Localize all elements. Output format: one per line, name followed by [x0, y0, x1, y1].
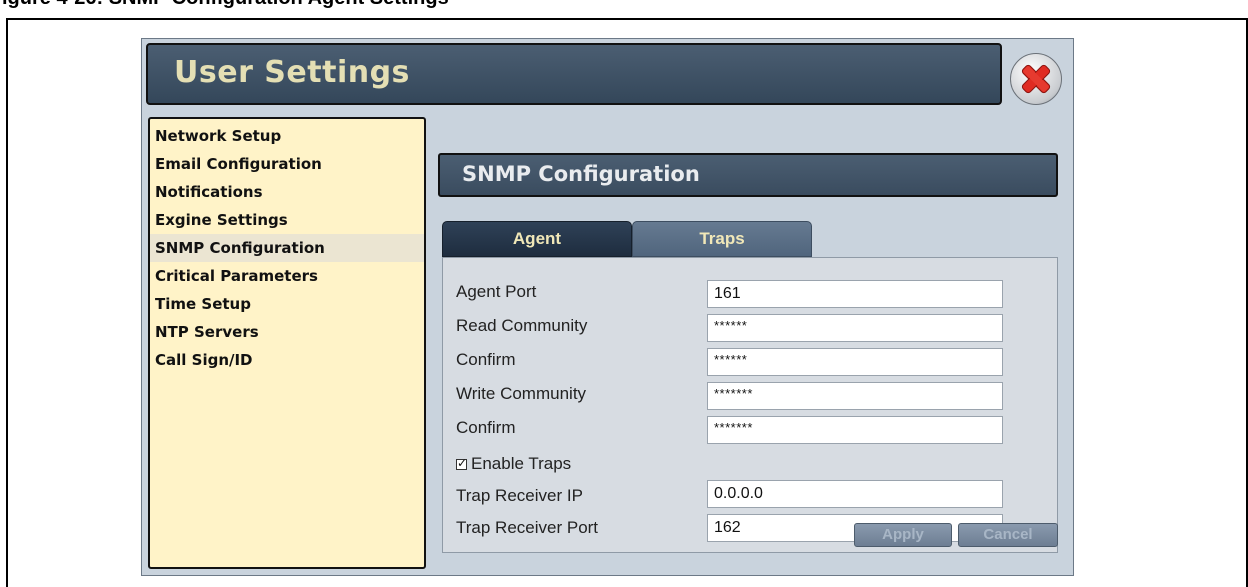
sidebar-item-exgine-settings[interactable]: Exgine Settings — [150, 206, 424, 234]
settings-sidebar: Network Setup Email Configuration Notifi… — [148, 117, 426, 569]
trap-receiver-port-label: Trap Receiver Port — [456, 518, 599, 537]
title-bar: User Settings — [146, 43, 1002, 105]
trap-receiver-ip-input[interactable]: 0.0.0.0 — [707, 480, 1003, 508]
sidebar-item-time-setup[interactable]: Time Setup — [150, 290, 424, 318]
window-title: User Settings — [174, 55, 410, 90]
agent-port-label: Agent Port — [456, 282, 537, 301]
write-confirm-input[interactable]: ******* — [707, 416, 1003, 444]
sidebar-item-call-sign-id[interactable]: Call Sign/ID — [150, 346, 424, 374]
sidebar-item-snmp-configuration[interactable]: SNMP Configuration — [150, 234, 424, 262]
read-community-label: Read Community — [456, 316, 588, 335]
panel-title-bar: SNMP Configuration — [438, 153, 1058, 197]
sidebar-item-ntp-servers[interactable]: NTP Servers — [150, 318, 424, 346]
panel-title: SNMP Configuration — [462, 162, 700, 186]
sidebar-item-critical-parameters[interactable]: Critical Parameters — [150, 262, 424, 290]
close-icon — [1019, 62, 1053, 96]
sidebar-item-notifications[interactable]: Notifications — [150, 178, 424, 206]
document-heading: igure 4-26: SNMP Configuration Agent Set… — [0, 0, 1248, 10]
sidebar-item-network-setup[interactable]: Network Setup — [150, 122, 424, 150]
enable-traps-checkbox[interactable]: ✓ Enable Traps — [456, 454, 571, 474]
check-icon: ✓ — [457, 455, 468, 470]
write-community-input[interactable]: ******* — [707, 382, 1003, 410]
agent-port-input[interactable]: 161 — [707, 280, 1003, 308]
read-confirm-label: Confirm — [456, 350, 516, 369]
tab-traps[interactable]: Traps — [632, 221, 812, 257]
tab-agent[interactable]: Agent — [442, 221, 632, 257]
user-settings-window: User Settings Network Setup Email Config… — [141, 38, 1074, 576]
enable-traps-label: Enable Traps — [471, 454, 572, 473]
apply-button[interactable]: Apply — [854, 523, 952, 547]
agent-form: Agent Port 161 Read Community ****** Con… — [442, 257, 1058, 553]
write-community-label: Write Community — [456, 384, 587, 403]
trap-receiver-ip-label: Trap Receiver IP — [456, 486, 583, 505]
sidebar-item-email-configuration[interactable]: Email Configuration — [150, 150, 424, 178]
cancel-button[interactable]: Cancel — [958, 523, 1058, 547]
close-button[interactable] — [1010, 53, 1062, 105]
read-confirm-input[interactable]: ****** — [707, 348, 1003, 376]
write-confirm-label: Confirm — [456, 418, 516, 437]
read-community-input[interactable]: ****** — [707, 314, 1003, 342]
checkbox-icon: ✓ — [456, 456, 467, 470]
